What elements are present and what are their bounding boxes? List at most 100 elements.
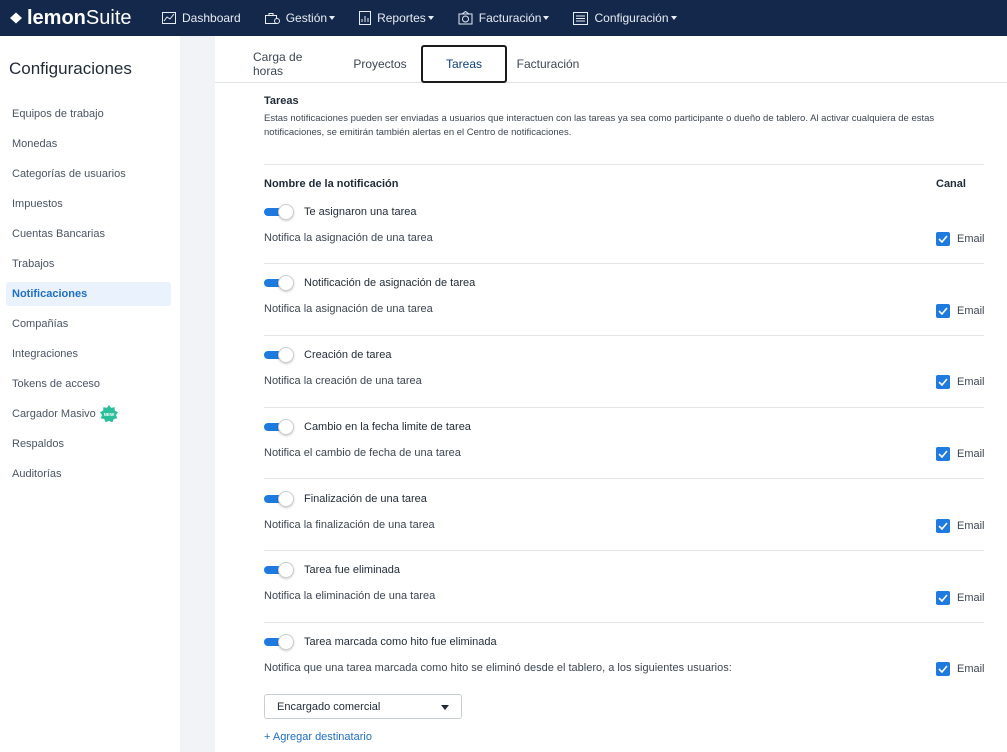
nav-reportes-label: Reportes	[377, 11, 426, 25]
notification-toggle[interactable]	[264, 419, 294, 435]
brand-name-light: Suite	[85, 6, 132, 29]
notification-toggle[interactable]	[264, 634, 294, 650]
lemon-diamond-icon	[10, 12, 22, 24]
section-title: Tareas	[264, 95, 299, 107]
nav-dashboard[interactable]: Dashboard	[150, 0, 253, 36]
add-recipient-link[interactable]: + Agregar destinatario	[264, 731, 372, 743]
sidebar-item-trabajos[interactable]: Trabajos	[6, 252, 171, 276]
sidebar-menu: Equipos de trabajo Monedas Categorías de…	[6, 102, 171, 492]
notification-title: Tarea fue eliminada	[304, 564, 401, 576]
notification-description: Notifica el cambio de fecha de una tarea	[264, 447, 461, 459]
email-channel-checkbox[interactable]: Email	[936, 375, 985, 389]
tab-facturacion[interactable]: Facturación	[515, 46, 581, 82]
checkbox-checked-icon	[936, 232, 950, 246]
notification-description: Notifica la asignación de una tarea	[264, 232, 433, 244]
checkbox-checked-icon	[936, 304, 950, 318]
sidebar-title: Configuraciones	[9, 59, 132, 78]
notification-toggle[interactable]	[264, 204, 294, 220]
notification-description: Notifica la finalización de una tarea	[264, 519, 435, 531]
email-channel-checkbox[interactable]: Email	[936, 662, 985, 676]
email-channel-checkbox[interactable]: Email	[936, 591, 985, 605]
caret-down-icon	[441, 705, 449, 710]
notification-toggle[interactable]	[264, 275, 294, 291]
notification-title: Te asignaron una tarea	[304, 206, 417, 218]
email-label: Email	[957, 305, 985, 317]
email-channel-checkbox[interactable]: Email	[936, 232, 985, 246]
notification-title: Cambio en la fecha limite de tarea	[304, 421, 471, 433]
sidebar-item-companias[interactable]: Compañías	[6, 312, 171, 336]
notification-title: Notificación de asignación de tarea	[304, 277, 476, 289]
chevron-down-icon	[329, 16, 336, 20]
sidebar-gutter	[180, 36, 215, 752]
nav-gestion-label: Gestión	[285, 11, 328, 25]
sidebar-item-categorias[interactable]: Categorías de usuarios	[6, 162, 171, 186]
tab-proyectos[interactable]: Proyectos	[350, 46, 410, 82]
notification-description: Notifica que una tarea marcada como hito…	[264, 662, 732, 674]
tab-tareas[interactable]: Tareas	[421, 45, 507, 83]
checkbox-checked-icon	[936, 662, 950, 676]
notification-row-title: Tarea fue eliminada	[264, 562, 400, 578]
nav-gestion[interactable]: Gestión	[253, 0, 347, 36]
nav-reportes[interactable]: Reportes	[347, 0, 446, 36]
notification-row-title: Tarea marcada como hito fue eliminada	[264, 634, 497, 650]
section-header: Tareas Estas notificaciones pueden ser e…	[264, 95, 984, 140]
sidebar-item-cargador-masivo[interactable]: Cargador Masivo NEW	[6, 402, 171, 426]
notification-description: Notifica la asignación de una tarea	[264, 303, 433, 315]
recipient-select[interactable]: Encargado comercial	[264, 694, 462, 719]
notification-toggle[interactable]	[264, 562, 294, 578]
notification-title: Creación de tarea	[304, 349, 392, 361]
divider	[264, 478, 984, 479]
sidebar-item-tokens[interactable]: Tokens de acceso	[6, 372, 171, 396]
sidebar-item-notificaciones[interactable]: Notificaciones	[6, 282, 171, 306]
sidebar-item-impuestos[interactable]: Impuestos	[6, 192, 171, 216]
email-channel-checkbox[interactable]: Email	[936, 304, 985, 318]
column-header-name: Nombre de la notificación	[264, 178, 399, 190]
email-label: Email	[957, 592, 985, 604]
divider	[264, 263, 984, 264]
sidebar-item-monedas[interactable]: Monedas	[6, 132, 171, 156]
chevron-down-icon	[427, 16, 434, 20]
notification-toggle[interactable]	[264, 347, 294, 363]
column-header-channel: Canal	[936, 178, 966, 190]
notification-row-title: Notificación de asignación de tarea	[264, 275, 475, 291]
new-badge-icon: NEW	[99, 405, 118, 423]
invoice-icon	[458, 11, 473, 25]
email-channel-checkbox[interactable]: Email	[936, 519, 985, 533]
top-navbar: lemon Suite Dashboard Gestión Reportes Fa…	[0, 0, 1007, 36]
settings-sidebar: Configuraciones Equipos de trabajo Moned…	[0, 36, 180, 752]
email-label: Email	[957, 376, 985, 388]
checkbox-checked-icon	[936, 519, 950, 533]
divider	[264, 550, 984, 551]
tab-carga-de-horas[interactable]: Carga de horas	[253, 46, 333, 82]
sidebar-item-integraciones[interactable]: Integraciones	[6, 342, 171, 366]
notification-title: Tarea marcada como hito fue eliminada	[304, 636, 497, 648]
notification-row-title: Te asignaron una tarea	[264, 204, 417, 220]
sidebar-item-equipos[interactable]: Equipos de trabajo	[6, 102, 171, 126]
section-description: Estas notificaciones pueden ser enviadas…	[264, 113, 935, 138]
nav-facturacion[interactable]: Facturación	[446, 0, 562, 36]
nav-configuracion[interactable]: Configuración	[561, 0, 688, 36]
brand-name-bold: lemon	[27, 6, 86, 29]
divider	[264, 407, 984, 408]
email-channel-checkbox[interactable]: Email	[936, 447, 985, 461]
email-label: Email	[957, 233, 985, 245]
sidebar-item-cuentas-bancarias[interactable]: Cuentas Bancarias	[6, 222, 171, 246]
email-label: Email	[957, 520, 985, 532]
divider	[264, 335, 984, 336]
notification-description: Notifica la eliminación de una tarea	[264, 590, 436, 602]
brand-logo[interactable]: lemon Suite	[0, 7, 150, 30]
sidebar-item-respaldos[interactable]: Respaldos	[6, 432, 171, 456]
sidebar-item-auditorias[interactable]: Auditorías	[6, 462, 171, 486]
chart-line-icon	[162, 12, 176, 24]
notification-toggle[interactable]	[264, 491, 294, 507]
briefcase-icon	[264, 12, 280, 24]
checkbox-checked-icon	[936, 375, 950, 389]
sidebar-item-label: Cargador Masivo	[12, 408, 96, 420]
email-label: Email	[957, 448, 985, 460]
notification-row-title: Creación de tarea	[264, 347, 391, 363]
tab-bar: Carga de horas Proyectos Tareas Facturac…	[215, 36, 1007, 83]
notification-description: Notifica la creación de una tarea	[264, 375, 422, 387]
chevron-down-icon	[543, 16, 550, 20]
report-icon	[359, 11, 372, 25]
notification-row-title: Cambio en la fecha limite de tarea	[264, 419, 471, 435]
